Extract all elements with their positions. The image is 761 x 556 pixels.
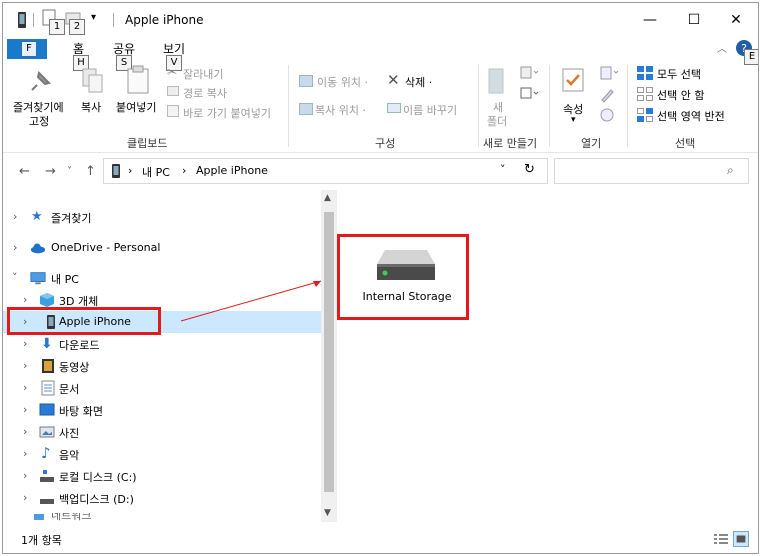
explorer-window: 1 2 ▾ Apple iPhone — ☐ ✕ 파일 F 홈 H 공유 S 보… <box>2 2 759 554</box>
annotation-arrow <box>180 280 322 322</box>
